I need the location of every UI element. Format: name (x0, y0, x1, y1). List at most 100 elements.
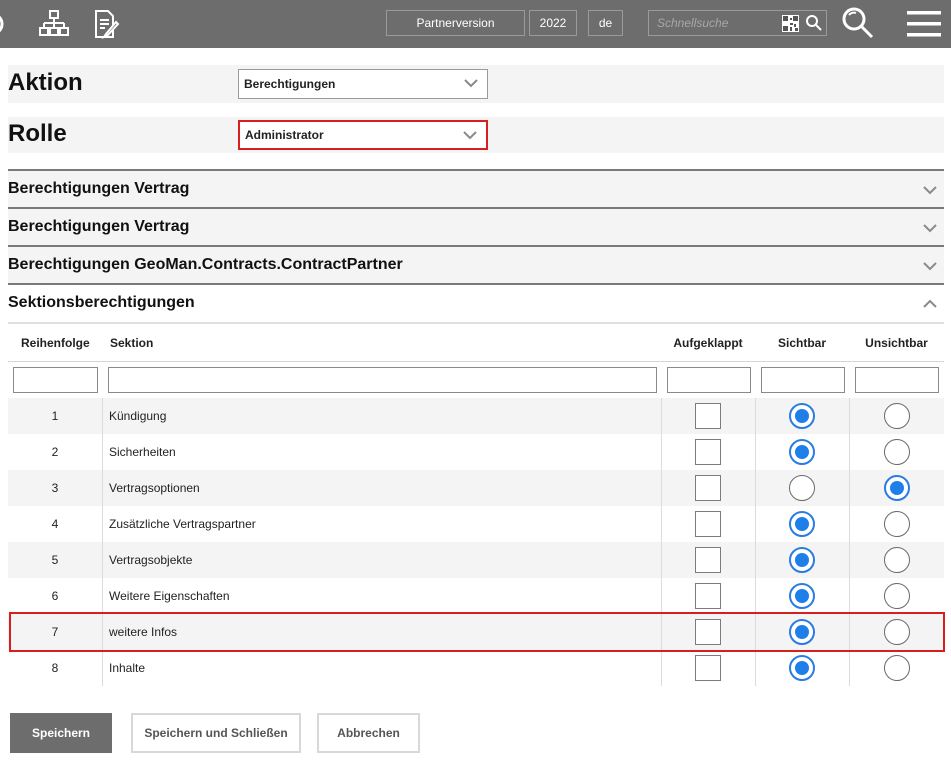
column-divider (755, 398, 756, 434)
expanded-checkbox[interactable] (695, 403, 721, 429)
column-divider (755, 578, 756, 614)
filter-visible-input[interactable] (761, 367, 845, 393)
column-divider (661, 542, 662, 578)
column-divider (102, 650, 103, 686)
top-bar: Partnerversion 2022 de (0, 0, 951, 48)
accordion-section-permissions[interactable]: Sektionsberechtigungen (8, 283, 944, 321)
expanded-checkbox[interactable] (695, 511, 721, 537)
column-header-invisible[interactable]: Unsichtbar (849, 324, 944, 362)
invisible-radio[interactable] (884, 511, 910, 537)
column-divider (849, 578, 850, 614)
row-order: 5 (51, 553, 59, 567)
column-divider (755, 506, 756, 542)
chevron-down-icon (462, 129, 478, 144)
expanded-checkbox[interactable] (695, 547, 721, 573)
row-section-name: Inhalte (109, 661, 146, 675)
column-divider (849, 614, 850, 650)
invisible-radio[interactable] (884, 439, 910, 465)
invisible-radio[interactable] (884, 655, 910, 681)
expanded-checkbox[interactable] (695, 583, 721, 609)
partial-circle-icon[interactable] (0, 6, 16, 42)
column-divider (102, 542, 103, 578)
accordion-contract-permissions-2[interactable]: Berechtigungen Vertrag (8, 207, 944, 245)
column-divider (849, 650, 850, 686)
invisible-radio[interactable] (884, 475, 910, 501)
column-header-visible[interactable]: Sichtbar (755, 324, 849, 362)
visible-radio[interactable] (789, 403, 815, 429)
quick-search-input[interactable] (649, 16, 779, 30)
column-divider (661, 578, 662, 614)
table-row: 6 Weitere Eigenschaften (8, 578, 944, 614)
cancel-button[interactable]: Abbrechen (317, 713, 420, 753)
visible-radio[interactable] (789, 439, 815, 465)
role-select[interactable]: Administrator (238, 120, 488, 150)
table-row: 8 Inhalte (8, 650, 944, 686)
action-row: Aktion Berechtigungen (8, 65, 944, 103)
advanced-search-icon[interactable] (838, 3, 878, 43)
expanded-checkbox[interactable] (695, 619, 721, 645)
row-section-name: Sicherheiten (109, 445, 176, 459)
version-button[interactable]: Partnerversion (386, 10, 525, 36)
filter-row (8, 362, 944, 400)
column-divider (849, 434, 850, 470)
visible-radio[interactable] (789, 547, 815, 573)
row-order: 2 (51, 445, 59, 459)
menu-icon[interactable] (904, 4, 944, 44)
sitemap-icon[interactable] (36, 6, 72, 42)
table-row: 2 Sicherheiten (8, 434, 944, 470)
row-section-name: Kündigung (109, 409, 167, 423)
accordion-contract-partner-permissions[interactable]: Berechtigungen GeoMan.Contracts.Contract… (8, 245, 944, 283)
chevron-down-icon (463, 77, 479, 92)
filter-order-input[interactable] (13, 367, 98, 393)
row-order: 3 (51, 481, 59, 495)
save-button[interactable]: Speichern (10, 713, 112, 753)
accordion-contract-permissions-1[interactable]: Berechtigungen Vertrag (8, 169, 944, 207)
chevron-down-icon (922, 221, 938, 239)
year-button[interactable]: 2022 (529, 10, 577, 36)
column-divider (849, 542, 850, 578)
column-header-order[interactable]: Reihenfolge (21, 324, 111, 362)
column-divider (102, 434, 103, 470)
visible-radio[interactable] (789, 619, 815, 645)
visible-radio[interactable] (789, 475, 815, 501)
action-select[interactable]: Berechtigungen (238, 69, 488, 99)
qr-code-icon[interactable] (782, 15, 799, 32)
search-icon[interactable] (805, 14, 823, 32)
column-divider (755, 470, 756, 506)
row-order: 7 (51, 625, 59, 639)
column-header-expanded[interactable]: Aufgeklappt (661, 324, 755, 362)
save-and-close-button[interactable]: Speichern und Schließen (131, 713, 301, 753)
invisible-radio[interactable] (884, 403, 910, 429)
table-row: 1 Kündigung (8, 398, 944, 434)
expanded-checkbox[interactable] (695, 475, 721, 501)
visible-radio[interactable] (789, 583, 815, 609)
column-divider (755, 434, 756, 470)
chevron-down-icon (922, 259, 938, 277)
visible-radio[interactable] (789, 511, 815, 537)
expanded-checkbox[interactable] (695, 439, 721, 465)
column-divider (661, 614, 662, 650)
table-row: 3 Vertragsoptionen (8, 470, 944, 506)
filter-section-input[interactable] (108, 367, 657, 393)
invisible-radio[interactable] (884, 547, 910, 573)
column-divider (661, 470, 662, 506)
invisible-radio[interactable] (884, 583, 910, 609)
edit-document-icon[interactable] (88, 6, 124, 42)
visible-radio[interactable] (789, 655, 815, 681)
chevron-up-icon (922, 297, 938, 315)
chevron-down-icon (922, 183, 938, 201)
filter-expanded-input[interactable] (667, 367, 751, 393)
column-header-section[interactable]: Sektion (110, 324, 410, 362)
row-section-name: Vertragsoptionen (109, 481, 200, 495)
accordion-title: Berechtigungen Vertrag (8, 180, 190, 197)
language-button[interactable]: de (588, 10, 623, 36)
accordion-title: Berechtigungen GeoMan.Contracts.Contract… (8, 256, 403, 273)
invisible-radio[interactable] (884, 619, 910, 645)
role-row: Rolle Administrator (8, 117, 944, 153)
column-divider (661, 506, 662, 542)
expanded-checkbox[interactable] (695, 655, 721, 681)
column-divider (755, 542, 756, 578)
table-row: 4 Zusätzliche Vertragspartner (8, 506, 944, 542)
row-order: 1 (51, 409, 59, 423)
filter-invisible-input[interactable] (855, 367, 939, 393)
